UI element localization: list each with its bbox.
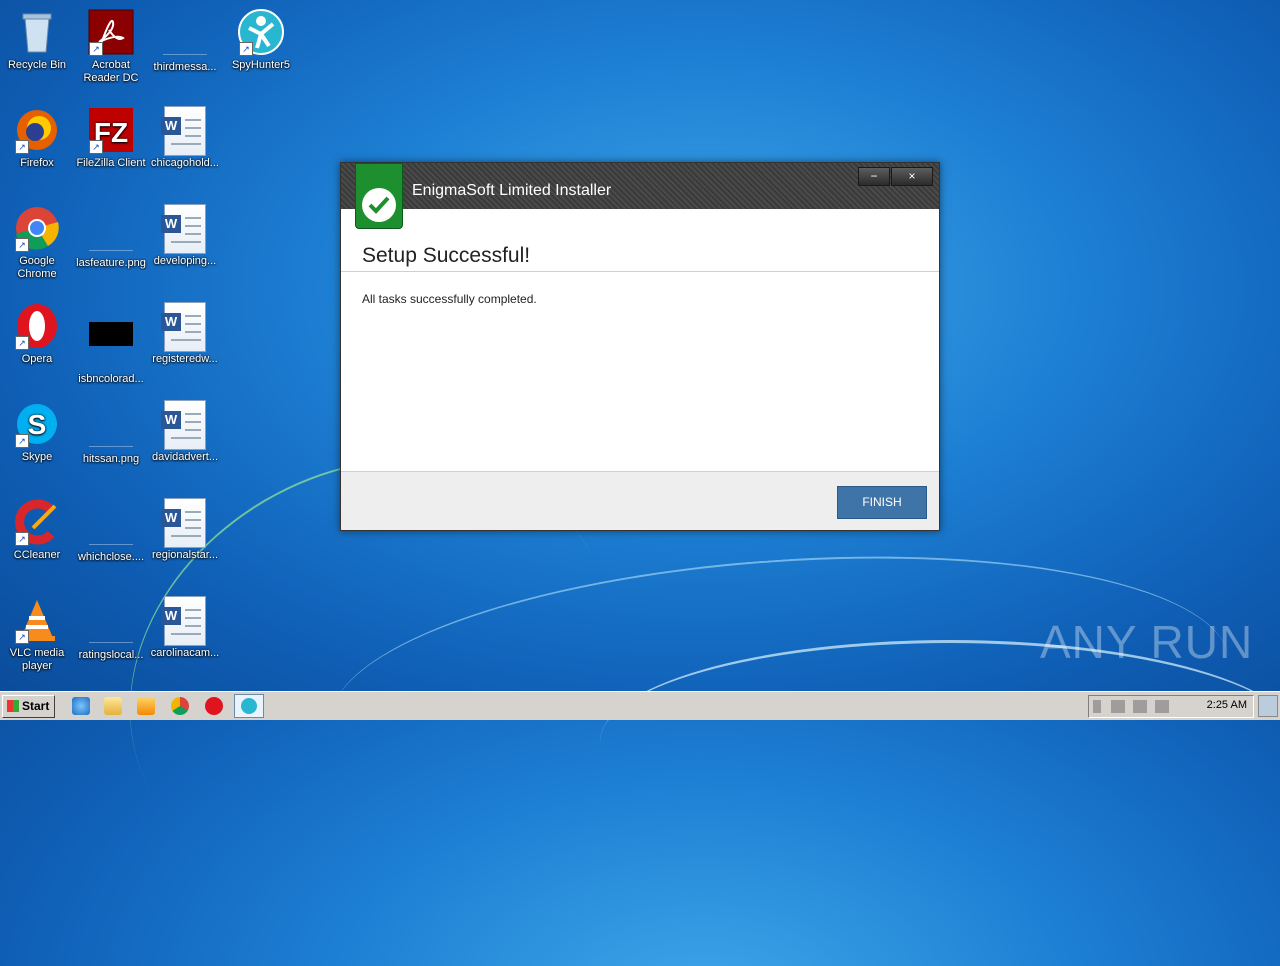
- word-document-icon: W: [161, 498, 209, 548]
- word-document-icon: W: [161, 302, 209, 352]
- taskbar-ie-icon[interactable]: [72, 697, 90, 715]
- desktop-icon-developing[interactable]: W developing...: [148, 204, 222, 268]
- desktop-icon-filezilla[interactable]: FZ ↗ FileZilla Client: [74, 106, 148, 170]
- shortcut-arrow-icon: ↗: [15, 140, 29, 154]
- desktop-icon-opera[interactable]: ↗ Opera: [0, 302, 74, 366]
- desktop-icon-acrobat-reader[interactable]: ↗ Acrobat Reader DC: [74, 8, 148, 85]
- word-document-icon: W: [161, 204, 209, 254]
- desktop-icon-ratingslocal[interactable]: ratingslocal...: [74, 596, 148, 662]
- network-icon[interactable]: [1133, 700, 1147, 713]
- divider: [341, 271, 939, 272]
- word-document-icon: W: [161, 400, 209, 450]
- volume-icon[interactable]: [1155, 700, 1169, 713]
- enigmasoft-logo: [355, 163, 403, 229]
- status-message: All tasks successfully completed.: [362, 292, 537, 306]
- desktop-icon-isbncolorad[interactable]: isbncolorad...: [74, 302, 148, 386]
- image-file-icon: [87, 206, 135, 254]
- shortcut-arrow-icon: ↗: [239, 42, 253, 56]
- spyhunter-icon: ↗: [237, 8, 285, 56]
- taskbar-chrome-icon[interactable]: [171, 697, 189, 715]
- installer-titlebar[interactable]: EnigmaSoft Limited Installer − ×: [341, 163, 939, 229]
- installer-footer: FINISH: [341, 471, 939, 530]
- opera-icon: ↗: [13, 302, 61, 350]
- close-button[interactable]: ×: [891, 167, 933, 186]
- taskbar-opera-icon[interactable]: [205, 697, 223, 715]
- word-document-icon: W: [161, 596, 209, 646]
- taskbar-media-player-icon[interactable]: [137, 697, 155, 715]
- desktop-icon-registeredw[interactable]: W registeredw...: [148, 302, 222, 366]
- firefox-icon: ↗: [13, 106, 61, 154]
- desktop-icon-ccleaner[interactable]: ↗ CCleaner: [0, 498, 74, 562]
- finish-button[interactable]: FINISH: [837, 486, 927, 519]
- chrome-icon: ↗: [13, 204, 61, 252]
- clock[interactable]: 2:25 AM: [1207, 699, 1247, 711]
- shortcut-arrow-icon: ↗: [15, 630, 29, 644]
- wallpaper-streak: [600, 640, 1280, 843]
- installer-title: EnigmaSoft Limited Installer: [412, 182, 612, 199]
- taskbar-installer-task[interactable]: [234, 694, 264, 718]
- shortcut-arrow-icon: ↗: [15, 532, 29, 546]
- desktop-icon-vlc[interactable]: ↗ VLC media player: [0, 596, 74, 673]
- image-file-icon: [161, 10, 209, 58]
- image-file-icon: [87, 598, 135, 646]
- desktop-icon-firefox[interactable]: ↗ Firefox: [0, 106, 74, 170]
- anyrun-watermark: ANY RUN: [1040, 616, 1254, 668]
- desktop-icon-chicagohold[interactable]: W chicagohold...: [148, 106, 222, 170]
- recycle-bin-icon: [13, 8, 61, 56]
- spyhunter-icon: [241, 698, 257, 714]
- skype-icon: S ↗: [13, 400, 61, 448]
- image-file-icon: [87, 322, 135, 370]
- image-file-icon: [87, 500, 135, 548]
- success-check-icon: [362, 188, 396, 222]
- desktop-icon-spyhunter5[interactable]: ↗ SpyHunter5: [224, 8, 298, 72]
- show-desktop-button[interactable]: [1258, 695, 1278, 717]
- shortcut-arrow-icon: ↗: [15, 434, 29, 448]
- desktop-icon-thirdmessa[interactable]: thirdmessa...: [148, 8, 222, 74]
- start-button[interactable]: Start: [2, 695, 55, 718]
- shortcut-arrow-icon: ↗: [89, 42, 103, 56]
- tray-expand-icon[interactable]: [1093, 700, 1101, 713]
- desktop-icon-skype[interactable]: S ↗ Skype: [0, 400, 74, 464]
- action-center-flag-icon[interactable]: [1111, 700, 1125, 713]
- vlc-cone-icon: ↗: [13, 596, 61, 644]
- taskbar-explorer-icon[interactable]: [104, 697, 122, 715]
- desktop-icon-davidadvert[interactable]: W davidadvert...: [148, 400, 222, 464]
- desktop-icon-recycle-bin[interactable]: Recycle Bin: [0, 8, 74, 72]
- ccleaner-icon: ↗: [13, 498, 61, 546]
- system-tray: 2:25 AM: [1088, 695, 1254, 718]
- taskbar: Start 2:25 AM: [0, 691, 1280, 720]
- desktop-icon-whichclose[interactable]: whichclose....: [74, 498, 148, 564]
- desktop-icon-lasfeature[interactable]: lasfeature.png: [74, 204, 148, 270]
- shortcut-arrow-icon: ↗: [15, 238, 29, 252]
- minimize-button[interactable]: −: [858, 167, 890, 186]
- filezilla-icon: FZ ↗: [87, 106, 135, 154]
- desktop-icon-regionalstar[interactable]: W regionalstar...: [148, 498, 222, 562]
- desktop-icon-carolinacam[interactable]: W carolinacam...: [148, 596, 222, 660]
- desktop-icon-google-chrome[interactable]: ↗ Google Chrome: [0, 204, 74, 281]
- windows-logo-icon: [7, 700, 19, 712]
- shortcut-arrow-icon: ↗: [89, 140, 103, 154]
- word-document-icon: W: [161, 106, 209, 156]
- desktop-icon-hitssan[interactable]: hitssan.png: [74, 400, 148, 466]
- installer-window: EnigmaSoft Limited Installer − × Setup S…: [340, 162, 940, 531]
- image-file-icon: [87, 402, 135, 450]
- setup-heading: Setup Successful!: [362, 244, 531, 267]
- acrobat-icon: ↗: [87, 8, 135, 56]
- svg-text:S: S: [28, 409, 47, 440]
- shortcut-arrow-icon: ↗: [15, 336, 29, 350]
